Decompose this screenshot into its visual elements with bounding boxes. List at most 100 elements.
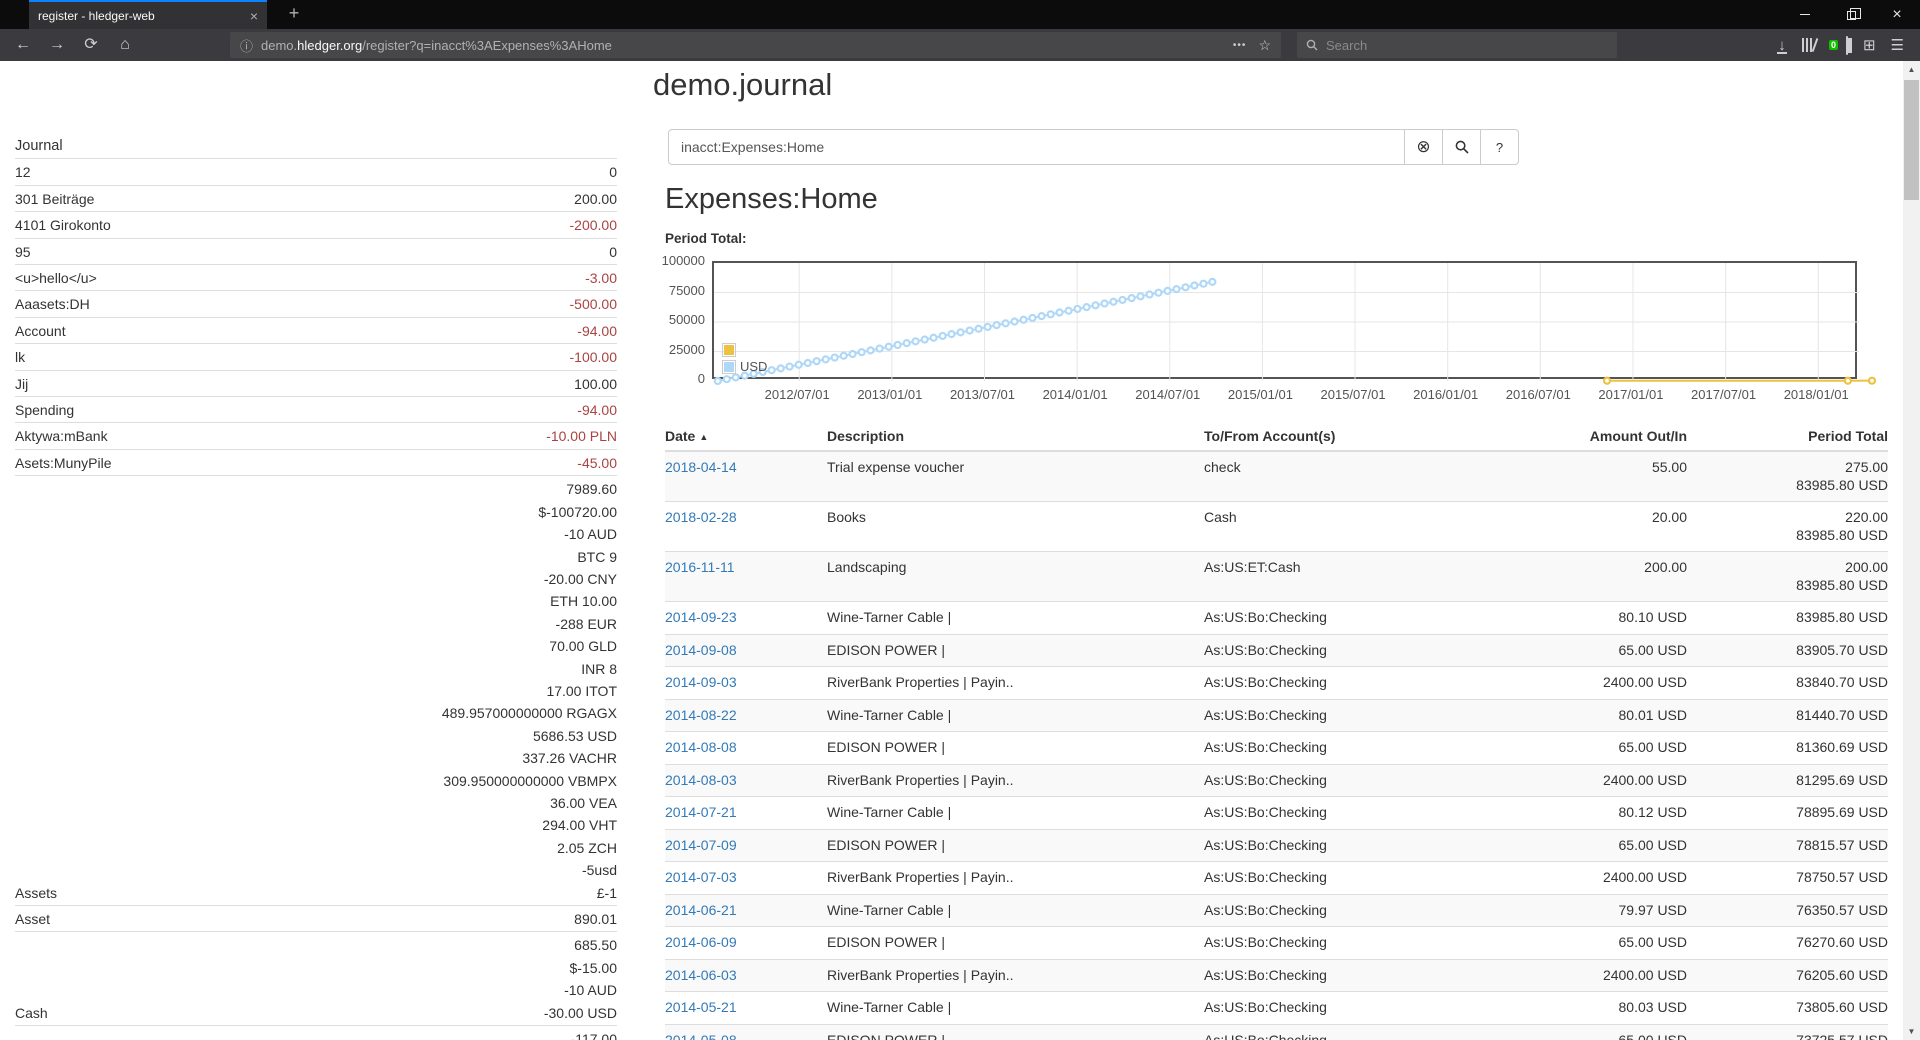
menu-button[interactable]: ☰	[1891, 36, 1904, 54]
account-link[interactable]: Spending	[15, 397, 315, 423]
transaction-date-link[interactable]: 2014-05-08	[665, 1032, 737, 1040]
register-row[interactable]: 2018-04-14Trial expense vouchercheck55.0…	[665, 451, 1888, 502]
register-row[interactable]: 2014-08-08EDISON POWER |As:US:Bo:Checkin…	[665, 732, 1888, 765]
register-row[interactable]: 2018-02-28BooksCash20.00220.0083985.80 U…	[665, 502, 1888, 552]
transaction-date-link[interactable]: 2014-08-08	[665, 739, 737, 755]
scrollbar-down-arrow[interactable]: ▼	[1903, 1023, 1920, 1040]
browser-tab[interactable]: register - hledger-web ×	[29, 0, 267, 29]
register-row[interactable]: 2014-06-21Wine-Tarner Cable |As:US:Bo:Ch…	[665, 894, 1888, 927]
transaction-date-link[interactable]: 2014-08-03	[665, 772, 737, 788]
sidebar-account-row[interactable]: <u>hello</u>-3.00	[15, 265, 617, 291]
sidebar-account-row[interactable]: Asset890.01	[15, 906, 617, 932]
transaction-date-link[interactable]: 2014-06-03	[665, 967, 737, 983]
register-row[interactable]: 2014-05-21Wine-Tarner Cable |As:US:Bo:Ch…	[665, 992, 1888, 1025]
transaction-date-link[interactable]: 2014-06-21	[665, 902, 737, 918]
transaction-date-link[interactable]: 2014-09-03	[665, 674, 737, 690]
journal-row[interactable]: Journal	[15, 133, 617, 159]
sidebar-account-row[interactable]: Assets7989.60$-100720.00-10 AUDBTC 9-20.…	[15, 476, 617, 906]
sidebar-account-row[interactable]: Aktywa:mBank-10.00 PLN	[15, 423, 617, 449]
transaction-date-link[interactable]: 2014-07-03	[665, 869, 737, 885]
sidebar-account-row[interactable]: Jij100.00	[15, 370, 617, 396]
transaction-date-link[interactable]: 2014-07-21	[665, 804, 737, 820]
sidebar-account-row[interactable]: Aaasets:DH-500.00	[15, 291, 617, 317]
bookmark-star-icon[interactable]: ☆	[1258, 37, 1271, 54]
clear-query-button[interactable]: ⊗	[1405, 129, 1443, 165]
account-link[interactable]: <u>hello</u>	[15, 265, 315, 291]
journal-link[interactable]: Journal	[15, 133, 315, 159]
site-info-icon[interactable]: ⓘ	[240, 36, 253, 55]
transaction-date-link[interactable]: 2016-11-11	[665, 559, 735, 575]
register-row[interactable]: 2014-08-22Wine-Tarner Cable |As:US:Bo:Ch…	[665, 699, 1888, 732]
register-row[interactable]: 2014-07-21Wine-Tarner Cable |As:US:Bo:Ch…	[665, 797, 1888, 830]
balance-amount: 100.00	[315, 373, 617, 395]
transaction-date-link[interactable]: 2014-05-21	[665, 999, 737, 1015]
scrollbar-up-arrow[interactable]: ▲	[1903, 61, 1920, 78]
new-tab-button[interactable]: +	[282, 3, 306, 24]
window-minimize-button[interactable]	[1782, 0, 1828, 29]
account-link[interactable]: Jij	[15, 370, 315, 396]
sidebar-account-row[interactable]: 4101 Girokonto-200.00	[15, 212, 617, 238]
transaction-date-link[interactable]: 2014-09-23	[665, 609, 737, 625]
register-row[interactable]: 2016-11-11LandscapingAs:US:ET:Cash200.00…	[665, 552, 1888, 602]
register-row[interactable]: 2014-08-03RiverBank Properties | Payin..…	[665, 764, 1888, 797]
register-row[interactable]: 2014-06-09EDISON POWER |As:US:Bo:Checkin…	[665, 927, 1888, 960]
window-close-button[interactable]: ×	[1874, 0, 1920, 29]
tab-close-icon[interactable]: ×	[250, 8, 258, 24]
register-row[interactable]: 2014-07-09EDISON POWER |As:US:Bo:Checkin…	[665, 829, 1888, 862]
account-link[interactable]: Aktywa:mBank	[15, 423, 315, 449]
downloads-button[interactable]: ↓	[1777, 37, 1787, 54]
account-link[interactable]: Asset	[15, 906, 315, 932]
sidebar-account-row[interactable]: Spending-94.00	[15, 397, 617, 423]
url-bar[interactable]: ⓘ demo.hledger.org/register?q=inacct%3AE…	[230, 32, 1281, 58]
help-button[interactable]: ?	[1481, 129, 1519, 165]
page-actions-icon[interactable]: •••	[1233, 40, 1247, 51]
window-restore-button[interactable]	[1828, 0, 1874, 29]
extensions-grid-button[interactable]: ⊞	[1863, 36, 1876, 54]
transaction-date-link[interactable]: 2014-09-08	[665, 642, 737, 658]
register-row[interactable]: 2014-09-08EDISON POWER |As:US:Bo:Checkin…	[665, 634, 1888, 667]
forward-button[interactable]: →	[40, 32, 74, 58]
account-link[interactable]: Cash	[15, 932, 315, 1026]
account-link[interactable]: Asets:MunyPile	[15, 449, 315, 475]
transaction-date-link[interactable]: 2014-08-22	[665, 707, 737, 723]
account-link[interactable]: 301 Beiträge	[15, 185, 315, 211]
register-row[interactable]: 2014-07-03RiverBank Properties | Payin..…	[665, 862, 1888, 895]
account-link[interactable]: 4101 Girokonto	[15, 212, 315, 238]
account-link[interactable]: Account	[15, 317, 315, 343]
sidebar-account-row[interactable]: Asets:MunyPile-45.00	[15, 449, 617, 475]
register-row[interactable]: 2014-09-03RiverBank Properties | Payin..…	[665, 667, 1888, 700]
browser-search-field[interactable]: Search	[1297, 32, 1617, 58]
sidebar-account-row[interactable]: 950	[15, 238, 617, 264]
query-input[interactable]	[668, 129, 1405, 165]
account-link[interactable]	[15, 1026, 315, 1040]
account-link[interactable]: 95	[15, 238, 315, 264]
chart-plot-area[interactable]: USD	[712, 261, 1857, 379]
account-link[interactable]: Aaasets:DH	[15, 291, 315, 317]
page-scrollbar[interactable]: ▲ ▼	[1903, 61, 1920, 1040]
scrollbar-thumb[interactable]	[1904, 80, 1919, 200]
sidebar-account-row[interactable]: -117.00	[15, 1026, 617, 1040]
library-button[interactable]	[1802, 38, 1816, 52]
sidebar-account-row[interactable]: 120	[15, 159, 617, 185]
sidebar-account-row[interactable]: Account-94.00	[15, 317, 617, 343]
account-link[interactable]: lk	[15, 344, 315, 370]
account-link[interactable]: 12	[15, 159, 315, 185]
home-button[interactable]: ⌂	[108, 32, 142, 58]
transaction-date-link[interactable]: 2018-04-14	[665, 459, 737, 475]
sidebar-account-row[interactable]: 301 Beiträge200.00	[15, 185, 617, 211]
sidebar-account-row[interactable]: lk-100.00	[15, 344, 617, 370]
period-total-line: 73725.57 USD	[1687, 1032, 1888, 1040]
account-link[interactable]: Assets	[15, 476, 315, 906]
search-button[interactable]	[1443, 129, 1481, 165]
transaction-date-link[interactable]: 2014-06-09	[665, 934, 737, 950]
sidebar-toggle-button[interactable]	[1846, 37, 1848, 54]
column-header-date[interactable]: Date▲	[665, 424, 827, 451]
register-row[interactable]: 2014-05-08EDISON POWER |As:US:Bo:Checkin…	[665, 1024, 1888, 1040]
back-button[interactable]: ←	[6, 32, 40, 58]
reload-button[interactable]: ⟳	[74, 32, 108, 58]
sidebar-account-row[interactable]: Cash685.50$-15.00-10 AUD-30.00 USD	[15, 932, 617, 1026]
transaction-date-link[interactable]: 2018-02-28	[665, 509, 737, 525]
transaction-date-link[interactable]: 2014-07-09	[665, 837, 737, 853]
register-row[interactable]: 2014-09-23Wine-Tarner Cable |As:US:Bo:Ch…	[665, 602, 1888, 635]
register-row[interactable]: 2014-06-03RiverBank Properties | Payin..…	[665, 959, 1888, 992]
